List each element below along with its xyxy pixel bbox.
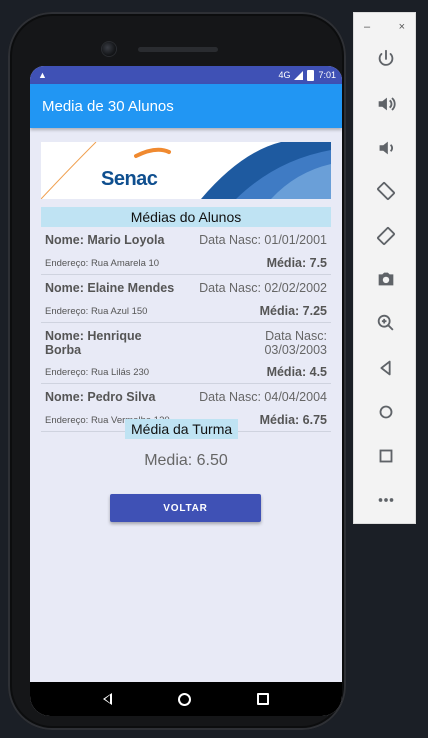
student-address: Endereço: Rua Amarela 10 (45, 257, 160, 269)
navigation-bar (30, 682, 342, 716)
more-icon[interactable] (354, 488, 417, 512)
student-birthdate: Data Nasc: 01/01/2001 (199, 233, 327, 247)
senac-logo: Senac (101, 168, 158, 190)
class-average-title: Média da Turma (125, 419, 239, 439)
device-screen: ▲ 4G 7:01 Media de 30 Alunos Senac Média… (30, 66, 342, 716)
nav-home-icon[interactable] (178, 692, 191, 706)
nav-recents-icon[interactable] (257, 693, 269, 705)
student-average: Média: 7.25 (259, 304, 327, 318)
banner-graphic (41, 142, 331, 199)
student-name: Nome: Elaine Mendes (45, 281, 175, 295)
warning-icon: ▲ (38, 70, 47, 80)
zoom-icon[interactable] (354, 311, 417, 335)
student-address: Endereço: Rua Azul 150 (45, 305, 148, 317)
emulator-toolbar: – × (353, 12, 416, 524)
network-label: 4G (278, 70, 291, 80)
student-name: Nome: Henrique Borba (45, 329, 142, 357)
overview-icon[interactable] (354, 444, 417, 468)
home-icon[interactable] (354, 400, 417, 424)
main-content: Senac Médias do Alunos Nome: Mario Loyol… (30, 142, 342, 432)
student-row: Nome: Elaine Mendes Data Nasc: 02/02/200… (41, 275, 331, 323)
student-row: Nome: Henrique Borba Data Nasc: 03/03/20… (41, 323, 331, 384)
volume-down-icon[interactable] (354, 136, 417, 160)
back-button[interactable]: VOLTAR (110, 494, 261, 522)
battery-icon (307, 69, 315, 81)
student-name: Nome: Pedro Silva (45, 390, 156, 404)
status-bar: ▲ 4G 7:01 (30, 66, 342, 84)
student-birthdate: Data Nasc: 04/04/2004 (199, 390, 327, 404)
phone-frame: ▲ 4G 7:01 Media de 30 Alunos Senac Média… (8, 12, 346, 730)
earpiece-speaker (138, 47, 218, 52)
student-row: Nome: Mario Loyola Data Nasc: 01/01/2001… (41, 227, 331, 275)
app-bar: Media de 30 Alunos (30, 84, 342, 128)
close-icon[interactable]: × (399, 21, 405, 33)
student-average: Média: 4.5 (266, 365, 327, 379)
rotate-left-icon[interactable] (354, 179, 417, 203)
student-birthdate: Data Nasc: 02/02/2002 (199, 281, 327, 295)
volume-up-icon[interactable] (354, 92, 417, 116)
front-camera (102, 42, 116, 56)
back-icon[interactable] (354, 356, 417, 380)
nav-back-icon[interactable] (103, 693, 112, 705)
status-time: 7:01 (318, 70, 336, 80)
app-title: Media de 30 Alunos (42, 97, 174, 115)
student-address: Endereço: Rua Lilás 230 (45, 366, 150, 378)
signal-icon (294, 70, 304, 80)
section-title: Médias do Alunos (41, 207, 331, 227)
rotate-right-icon[interactable] (354, 224, 417, 248)
class-average-value: Media: 6.50 (144, 452, 228, 469)
power-icon[interactable] (354, 47, 417, 71)
student-average: Média: 7.5 (266, 256, 327, 270)
senac-banner: Senac (41, 142, 331, 199)
student-name: Nome: Mario Loyola (45, 233, 165, 247)
student-average: Média: 6.75 (259, 413, 327, 427)
camera-icon[interactable] (354, 267, 417, 291)
minimize-icon[interactable]: – (364, 21, 370, 33)
student-birthdate: Data Nasc: 03/03/2003 (264, 329, 327, 357)
